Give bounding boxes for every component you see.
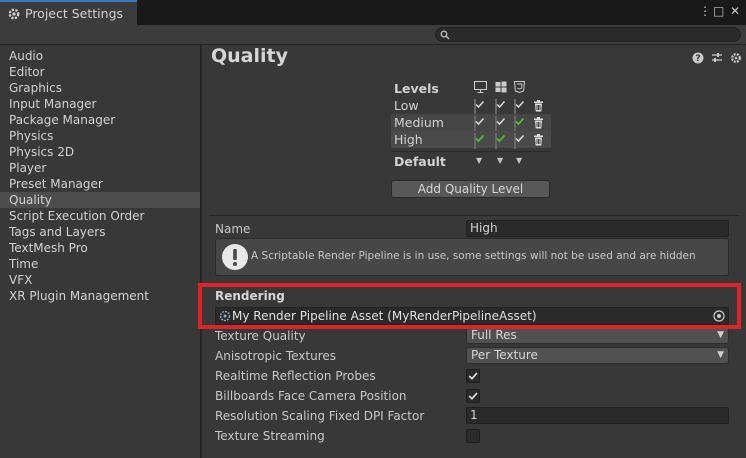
level-name: Medium [394,115,444,130]
level-name: High [394,132,423,147]
divider [209,215,739,216]
checkbox-medium-standalone[interactable] [474,116,485,132]
billboards-checkbox[interactable] [466,389,480,403]
billboards-label: Billboards Face Camera Position [215,389,407,403]
sidebar-item-preset-manager[interactable]: Preset Manager [0,176,200,192]
sidebar-item-audio[interactable]: Audio [0,48,200,64]
default-row: Default ▼ ▼ ▼ [391,151,551,171]
level-name: Low [394,98,419,113]
presets-icon[interactable] [710,51,723,64]
trash-icon[interactable] [533,100,544,112]
trash-icon[interactable] [533,134,544,146]
help-message: A Scriptable Render Pipeline is in use, … [251,250,696,262]
quality-level-medium[interactable]: Medium [391,114,551,132]
page-title: Quality [211,45,288,67]
html5-icon [513,81,526,94]
sidebar-item-graphics[interactable]: Graphics [0,80,200,96]
default-dropdown-webgl[interactable]: ▼ [516,156,522,165]
tab-title: Project Settings [25,6,124,21]
windows-icon [495,81,507,93]
quality-levels-matrix: Levels Low Medium High Default ▼ ▼ ▼ [391,80,551,171]
default-dropdown-standalone[interactable]: ▼ [476,156,482,165]
texture-quality-dropdown[interactable]: Full Res ▼ [466,327,729,344]
sidebar-item-quality[interactable]: Quality [0,192,200,208]
default-label: Default [394,154,446,169]
sidebar-item-vfx[interactable]: VFX [0,272,200,288]
anisotropic-dropdown[interactable]: Per Texture ▼ [466,347,729,364]
quality-level-high[interactable]: High [391,131,551,149]
realtime-probes-checkbox[interactable] [466,369,480,383]
default-dropdown-windows[interactable]: ▼ [497,156,503,165]
more-options-icon[interactable]: ⋮ [699,4,711,18]
realtime-probes-label: Realtime Reflection Probes [215,369,376,383]
warning-icon [221,243,249,274]
checkbox-high-windows-default[interactable] [495,133,506,149]
svg-text:?: ? [695,54,700,64]
srp-help-box: A Scriptable Render Pipeline is in use, … [215,238,729,276]
checkbox-high-standalone-default[interactable] [474,133,485,149]
search-icon [440,30,450,40]
quality-panel: Quality ? Levels Low Medium High Default… [202,45,746,458]
sidebar-item-physics-2d[interactable]: Physics 2D [0,144,200,160]
quality-level-low[interactable]: Low [391,97,551,115]
texture-quality-value: Full Res [471,328,517,342]
checkbox-medium-webgl-default[interactable] [514,116,525,132]
anisotropic-label: Anisotropic Textures [215,349,337,363]
help-icon[interactable]: ? [691,51,704,64]
texture-streaming-checkbox[interactable] [466,429,480,443]
trash-icon[interactable] [533,117,544,129]
chevron-down-icon: ▼ [717,350,724,360]
monitor-icon [474,81,488,93]
texture-quality-label: Texture Quality [215,329,306,343]
sidebar-item-physics[interactable]: Physics [0,128,200,144]
highlight-rectangle [198,283,741,329]
checkbox-low-webgl[interactable] [514,99,525,115]
settings-sidebar: Audio Editor Graphics Input Manager Pack… [0,45,201,458]
dpi-factor-label: Resolution Scaling Fixed DPI Factor [215,409,425,423]
toolbar [0,25,746,45]
checkbox-low-standalone[interactable] [474,99,485,115]
header-icons: ? [691,51,742,64]
sidebar-item-script-execution-order[interactable]: Script Execution Order [0,208,200,224]
name-label: Name [215,222,251,236]
levels-header: Levels [394,81,439,96]
checkbox-medium-windows[interactable] [495,116,506,132]
gear-icon [7,7,21,21]
sidebar-item-package-manager[interactable]: Package Manager [0,112,200,128]
texture-streaming-label: Texture Streaming [215,429,325,443]
sidebar-item-editor[interactable]: Editor [0,64,200,80]
anisotropic-value: Per Texture [471,348,538,362]
sidebar-item-time[interactable]: Time [0,256,200,272]
sidebar-item-player[interactable]: Player [0,160,200,176]
settings-icon[interactable] [729,51,742,64]
sidebar-item-input-manager[interactable]: Input Manager [0,96,200,112]
sidebar-item-tags-and-layers[interactable]: Tags and Layers [0,224,200,240]
dpi-factor-field[interactable]: 1 [466,407,729,424]
maximize-icon[interactable]: □ [713,4,724,18]
checkbox-high-webgl[interactable] [514,133,525,149]
search-input[interactable] [435,27,741,42]
levels-header-row: Levels [391,80,551,97]
close-icon[interactable]: ✕ [730,4,740,18]
add-quality-level-button[interactable]: Add Quality Level [391,180,550,198]
window-titlebar: Project Settings ⋮ □ ✕ [0,0,746,25]
sidebar-item-xr-plugin-management[interactable]: XR Plugin Management [0,288,200,304]
name-field[interactable]: High [466,220,729,237]
sidebar-list: Audio Editor Graphics Input Manager Pack… [0,45,200,304]
sidebar-item-textmesh-pro[interactable]: TextMesh Pro [0,240,200,256]
tab-project-settings[interactable]: Project Settings [0,0,137,25]
checkbox-low-windows[interactable] [495,99,506,115]
chevron-down-icon: ▼ [717,330,724,340]
